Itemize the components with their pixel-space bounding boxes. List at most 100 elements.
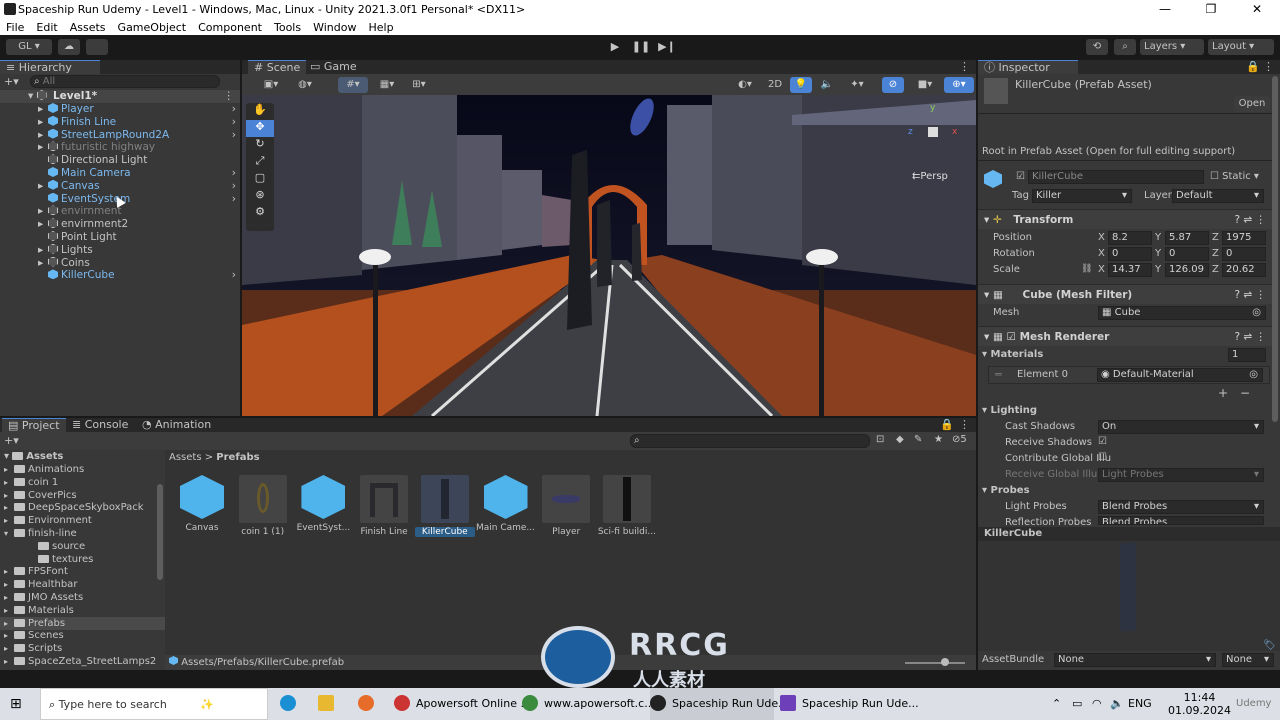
- camera-icon[interactable]: ■▾: [910, 77, 940, 93]
- create-asset-button[interactable]: +▾: [4, 434, 19, 447]
- grid-snap-icon[interactable]: #▾: [338, 77, 368, 93]
- folder-item[interactable]: ▸ FPSFont: [0, 565, 165, 578]
- asset-variant-dropdown[interactable]: None ▾: [1222, 653, 1274, 667]
- render-mode-icon[interactable]: ◐▾: [730, 77, 760, 93]
- open-prefab-chevron-icon[interactable]: ›: [232, 116, 236, 129]
- maximize-button[interactable]: ❐: [1188, 0, 1234, 19]
- folder-item[interactable]: source: [0, 540, 165, 553]
- hierarchy-item[interactable]: KillerCube ›: [0, 269, 240, 282]
- tab-project[interactable]: ▤ Project: [2, 418, 66, 432]
- object-name-field[interactable]: KillerCube: [1028, 170, 1204, 184]
- materials-count-field[interactable]: 1: [1228, 348, 1266, 362]
- volume-icon[interactable]: 🔈: [1110, 688, 1124, 720]
- position-y-field[interactable]: 5.87: [1165, 231, 1209, 245]
- rotation-y-field[interactable]: 0: [1165, 247, 1209, 261]
- z-axis-label[interactable]: Z: [1212, 248, 1219, 259]
- open-prefab-chevron-icon[interactable]: ›: [232, 129, 236, 142]
- rotate-tool-icon[interactable]: ↻: [246, 137, 274, 154]
- hierarchy-item[interactable]: ▸ Player ›: [0, 103, 240, 116]
- folder-expand-icon[interactable]: ▸: [0, 617, 14, 630]
- folder-item[interactable]: ▸ Healthbar: [0, 578, 165, 591]
- shading-icon[interactable]: ◍▾: [290, 77, 320, 93]
- scale-tool-icon[interactable]: ⤢: [246, 154, 274, 171]
- asset-item[interactable]: Main Came...: [476, 475, 536, 533]
- folder-expand-icon[interactable]: ▸: [0, 476, 14, 489]
- hierarchy-item[interactable]: ▸ Finish Line ›: [0, 115, 240, 129]
- folder-expand-icon[interactable]: ▸: [0, 565, 14, 578]
- menu-file[interactable]: File: [6, 21, 24, 34]
- x-axis-label[interactable]: X: [1098, 264, 1105, 275]
- zoom-slider[interactable]: [905, 662, 965, 664]
- rect-tool-icon[interactable]: ▢: [246, 171, 274, 188]
- lighting-foldout[interactable]: ▾ Lighting: [982, 405, 1037, 416]
- position-x-field[interactable]: 8.2: [1108, 231, 1152, 245]
- hierarchy-item[interactable]: ▸ Coins: [0, 256, 240, 270]
- clock[interactable]: 11:44 01.09.2024: [1168, 688, 1231, 720]
- hierarchy-item[interactable]: ▸ futuristic highway: [0, 141, 240, 154]
- folder-item[interactable]: ▸ JMO Assets: [0, 591, 165, 604]
- mesh-renderer-header[interactable]: ▾ ▦ ☑ Mesh Renderer ? ⇌ ⋮: [978, 326, 1274, 346]
- hand-tool-icon[interactable]: ✋: [246, 103, 274, 120]
- menu-help[interactable]: Help: [368, 21, 393, 34]
- taskbar-search-input[interactable]: ⌕ Type here to search ✨: [40, 688, 268, 720]
- expand-arrow-icon[interactable]: ▸: [38, 180, 48, 193]
- hierarchy-item[interactable]: ▸ envirnment2: [0, 218, 240, 231]
- scale-x-field[interactable]: 14.37: [1108, 263, 1152, 277]
- preview-header[interactable]: KillerCube: [978, 527, 1280, 541]
- transform-tool-icon[interactable]: ⊛: [246, 188, 274, 205]
- expand-arrow-icon[interactable]: ▸: [38, 103, 48, 116]
- reflection-probes-dropdown[interactable]: Blend Probes: [1098, 516, 1264, 525]
- x-axis-label[interactable]: X: [1098, 232, 1105, 243]
- tag-dropdown[interactable]: Killer ▾: [1032, 189, 1132, 203]
- scale-z-field[interactable]: 20.62: [1222, 263, 1266, 277]
- wifi-icon[interactable]: ◠: [1092, 688, 1102, 720]
- gizmo-y-label[interactable]: y: [930, 103, 935, 113]
- menu-assets[interactable]: Assets: [70, 21, 106, 34]
- drag-handle-icon[interactable]: ═: [995, 368, 1002, 381]
- folder-expand-icon[interactable]: ▸: [0, 501, 14, 514]
- inspector-menu-icon[interactable]: ⋮: [1263, 60, 1274, 73]
- toggle-2d-button[interactable]: 2D: [764, 77, 786, 93]
- open-prefab-chevron-icon[interactable]: ›: [232, 167, 236, 180]
- lock-icon[interactable]: 🔒: [940, 418, 954, 431]
- audio-toggle-icon[interactable]: 🔈: [816, 77, 838, 93]
- asset-item[interactable]: Finish Line: [354, 475, 414, 537]
- expand-arrow-icon[interactable]: ▸: [38, 218, 48, 231]
- firefox-icon[interactable]: [358, 688, 380, 720]
- transform-header[interactable]: ▾ ✛ Transform ? ⇌ ⋮: [978, 209, 1274, 229]
- hidden-packages-button[interactable]: ⊘5: [952, 434, 967, 445]
- component-menu-icon[interactable]: ? ⇌ ⋮: [1234, 327, 1266, 347]
- expand-arrow-icon[interactable]: ▸: [38, 205, 48, 218]
- task-apowersoft-online[interactable]: Apowersoft Online ...: [394, 688, 531, 720]
- add-object-button[interactable]: +▾: [4, 75, 24, 88]
- tab-animation[interactable]: ◔ Animation: [136, 418, 217, 432]
- network-icon[interactable]: ▭: [1072, 688, 1082, 720]
- filter-type-icon[interactable]: ⊡: [876, 434, 884, 445]
- folder-item[interactable]: ▸ coin 1: [0, 476, 165, 489]
- breadcrumb-prefabs[interactable]: Prefabs: [216, 452, 259, 463]
- favorite-icon[interactable]: ★: [934, 434, 943, 445]
- visibility-icon[interactable]: ⊘: [882, 77, 904, 93]
- scene-row[interactable]: ▾ Level1* ⋮: [0, 90, 240, 103]
- tree-scrollbar[interactable]: [157, 484, 163, 580]
- tab-scene[interactable]: # Scene: [248, 60, 307, 74]
- history-icon[interactable]: ⟲: [1086, 39, 1108, 55]
- task-chrome[interactable]: www.apowersoft.c...: [522, 688, 655, 720]
- folder-expand-icon[interactable]: ▸: [0, 655, 14, 668]
- projection-label[interactable]: ⇇Persp: [912, 171, 948, 182]
- x-axis-label[interactable]: X: [1098, 248, 1105, 259]
- folder-expand-icon[interactable]: ▸: [0, 604, 14, 617]
- minimize-button[interactable]: —: [1142, 0, 1188, 19]
- tab-hierarchy[interactable]: ≡ Hierarchy: [0, 60, 100, 74]
- y-axis-label[interactable]: Y: [1155, 232, 1161, 243]
- tray-chevron-icon[interactable]: ⌃: [1052, 688, 1061, 720]
- edge-icon[interactable]: [280, 688, 302, 720]
- hierarchy-item[interactable]: Directional Light: [0, 154, 240, 167]
- windows-start-icon[interactable]: ⊞: [10, 688, 22, 720]
- open-prefab-chevron-icon[interactable]: ›: [232, 193, 236, 206]
- move-tool-icon[interactable]: ✥: [246, 120, 274, 137]
- z-axis-label[interactable]: Z: [1212, 264, 1219, 275]
- asset-item[interactable]: Sci-fi buildi...: [597, 475, 657, 537]
- tab-inspector[interactable]: ⓘ Inspector: [978, 60, 1078, 74]
- folder-expand-icon[interactable]: ▸: [0, 463, 14, 476]
